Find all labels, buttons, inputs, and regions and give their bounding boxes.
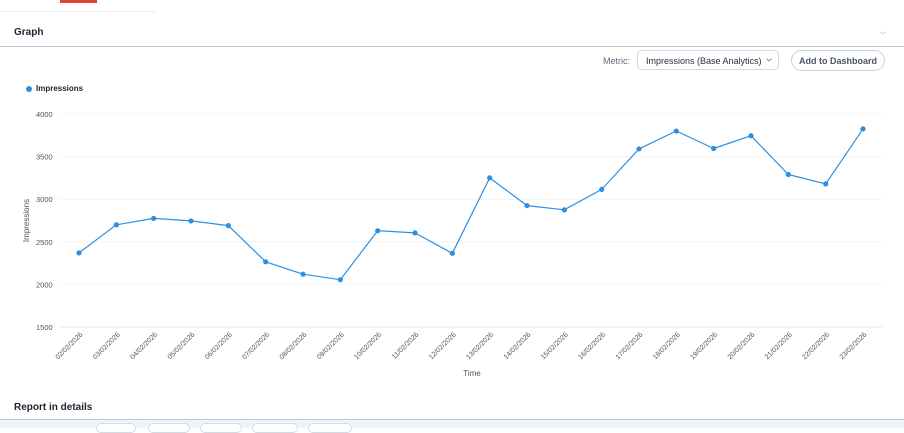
active-tab-indicator — [60, 0, 97, 3]
report-section-title: Report in details — [14, 402, 93, 413]
y-tick-label: 2500 — [36, 238, 53, 247]
collapse-chevron-icon[interactable] — [878, 28, 888, 38]
x-tick-label: 03/02/2026 — [92, 331, 122, 361]
tab-divider — [0, 11, 156, 12]
x-tick-label: 02/02/2026 — [55, 331, 85, 361]
x-tick-label: 09/02/2026 — [316, 331, 346, 361]
x-tick-label: 17/02/2026 — [615, 331, 645, 361]
x-tick-label: 20/02/2026 — [727, 331, 757, 361]
data-point — [785, 171, 791, 178]
data-point — [487, 175, 493, 181]
y-tick-label: 3000 — [36, 195, 53, 204]
chevron-down-icon — [766, 58, 772, 62]
data-point — [337, 277, 343, 283]
report-tab-5[interactable] — [308, 423, 352, 433]
metric-label: Metric: — [603, 56, 630, 66]
x-tick-label: 10/02/2026 — [353, 331, 383, 361]
data-point — [412, 230, 418, 236]
data-point — [151, 215, 157, 221]
x-axis-label: Time — [463, 369, 481, 378]
graph-header-divider — [0, 46, 904, 47]
x-tick-label: 18/02/2026 — [652, 331, 682, 361]
impressions-line-chart: 1500 2000 2500 3000 3500 4000 02/02/2026 03/02/… — [22, 110, 882, 378]
x-tick-label: 07/02/2026 — [241, 331, 271, 361]
x-tick-label: 23/02/2026 — [839, 331, 869, 361]
x-tick-label: 05/02/2026 — [167, 331, 197, 361]
data-point — [599, 186, 605, 193]
legend-label: Impressions — [36, 84, 84, 93]
data-point — [449, 250, 455, 256]
x-tick-label: 04/02/2026 — [129, 331, 159, 361]
add-to-dashboard-button[interactable]: Add to Dashboard — [791, 50, 885, 71]
y-tick-label: 4000 — [36, 110, 53, 119]
x-tick-label: 15/02/2026 — [540, 331, 570, 361]
graph-section-title: Graph — [14, 27, 44, 38]
report-tab-1[interactable] — [96, 423, 136, 433]
data-point — [225, 223, 231, 229]
legend-marker — [26, 86, 32, 92]
x-tick-label: 13/02/2026 — [465, 331, 495, 361]
data-point — [300, 271, 306, 277]
data-point — [188, 218, 194, 224]
series-line — [78, 128, 864, 281]
data-point — [113, 222, 119, 228]
data-point — [711, 145, 717, 152]
data-point — [375, 228, 381, 234]
data-point — [636, 146, 642, 152]
y-tick-label: 2000 — [36, 280, 53, 289]
y-axis-label: Impressions — [22, 199, 31, 242]
report-tab-4[interactable] — [252, 423, 298, 433]
data-point — [673, 128, 679, 134]
x-tick-label: 19/02/2026 — [689, 331, 719, 361]
report-tab-3[interactable] — [200, 423, 242, 433]
data-point — [748, 133, 754, 139]
x-tick-label: 14/02/2026 — [503, 331, 533, 361]
metric-selected-value: Impressions (Base Analytics) — [646, 56, 762, 66]
report-tab-2[interactable] — [148, 423, 190, 433]
x-tick-label: 06/02/2026 — [204, 331, 234, 361]
x-tick-label: 16/02/2026 — [577, 331, 607, 361]
y-tick-label: 3500 — [36, 153, 53, 162]
data-point — [263, 259, 269, 265]
y-tick-label: 1500 — [36, 323, 53, 332]
x-tick-label: 22/02/2026 — [801, 331, 831, 361]
data-point — [823, 181, 829, 187]
x-tick-label: 21/02/2026 — [764, 331, 794, 361]
metric-select[interactable]: Impressions (Base Analytics) — [637, 50, 779, 70]
data-point — [860, 126, 866, 132]
x-tick-label: 08/02/2026 — [279, 331, 309, 361]
data-point — [524, 202, 530, 209]
data-point — [76, 250, 82, 256]
data-point — [561, 207, 567, 213]
x-tick-label: 12/02/2026 — [428, 331, 458, 361]
x-tick-label: 11/02/2026 — [391, 331, 420, 360]
